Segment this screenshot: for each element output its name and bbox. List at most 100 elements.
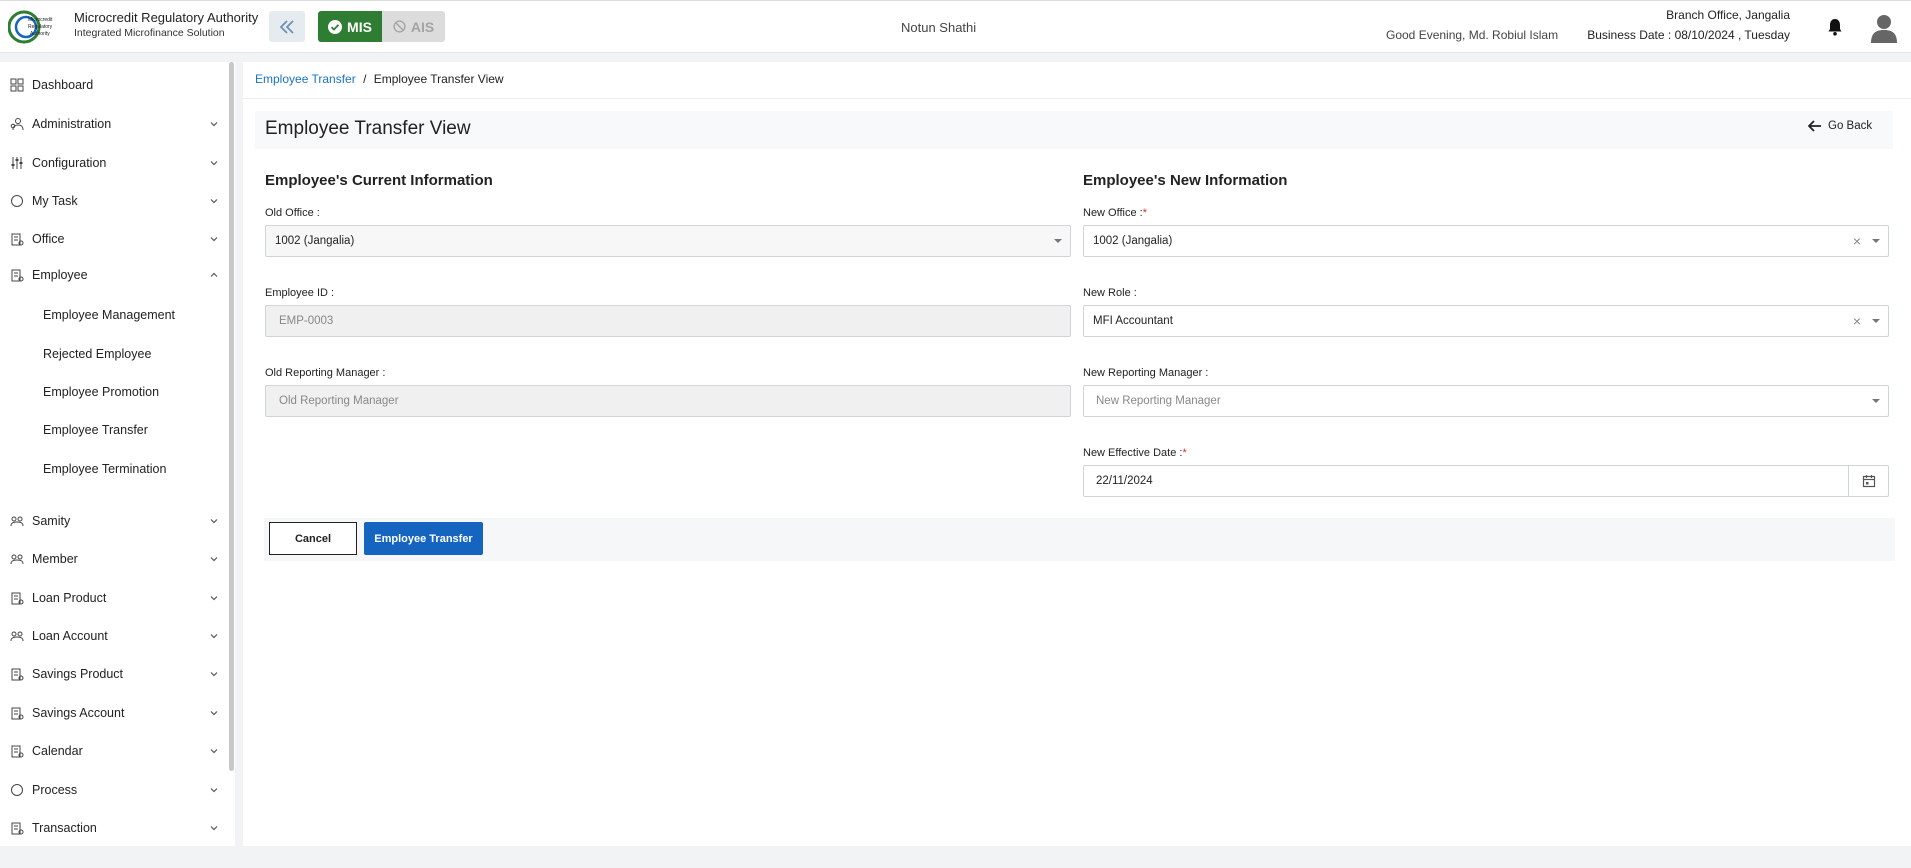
- sidebar-item-transaction[interactable]: Transaction: [0, 813, 225, 843]
- sidebar-item-label: Loan Product: [32, 591, 107, 605]
- check-circle-icon: [328, 19, 343, 34]
- effective-date-value: 22/11/2024: [1096, 475, 1153, 487]
- sidebar-subitem-employee-promotion[interactable]: Employee Promotion: [43, 385, 159, 399]
- arrow-left-icon: [1808, 120, 1821, 132]
- calendar-icon: [1862, 475, 1875, 488]
- new-role-value: MFI Accountant: [1093, 315, 1173, 327]
- notification-bell-icon[interactable]: [1827, 18, 1843, 36]
- sidebar-item-process[interactable]: Process: [0, 775, 225, 805]
- config-icon: [11, 157, 23, 169]
- member-icon: [10, 554, 24, 565]
- main-content: [243, 62, 1911, 846]
- org-subtitle: Integrated Microfinance Solution: [74, 27, 225, 39]
- sidebar-item-label: Dashboard: [32, 78, 94, 92]
- office-icon: [11, 233, 24, 246]
- chevron-down-icon: [210, 826, 218, 831]
- organization-name: Notun Shathi: [901, 20, 977, 35]
- caret-down-icon: [1872, 239, 1880, 243]
- double-chevron-left-icon: [279, 19, 294, 34]
- sidebar-item-label: Loan Account: [32, 629, 108, 643]
- chevron-up-icon: [210, 272, 218, 277]
- clear-icon[interactable]: ×: [1853, 233, 1861, 249]
- sidebar-item-loan-product[interactable]: Loan Product: [0, 583, 225, 613]
- sidebar-item-member[interactable]: Member: [0, 544, 225, 574]
- mra-logo: Microcredit Regulatory Authority: [8, 10, 53, 44]
- sidebar-item-label: Office: [32, 232, 65, 246]
- sidebar-item-configuration[interactable]: Configuration: [0, 148, 225, 178]
- calendar-picker-button[interactable]: [1848, 466, 1888, 496]
- new-office-value: 1002 (Jangalia): [1093, 235, 1173, 247]
- savings-product-icon: [11, 668, 24, 681]
- sidebar-subitem-rejected-employee[interactable]: Rejected Employee: [43, 347, 151, 361]
- employee-transfer-button[interactable]: Employee Transfer: [364, 522, 483, 555]
- new-reporting-manager-select[interactable]: New Reporting Manager: [1083, 385, 1889, 417]
- breadcrumb-link-employee-transfer[interactable]: Employee Transfer: [255, 72, 356, 86]
- sidebar-item-label: Configuration: [32, 156, 107, 170]
- sidebar-item-loan-account[interactable]: Loan Account: [0, 621, 225, 651]
- sidebar-item-label: Member: [32, 552, 78, 566]
- svg-text:Authority: Authority: [30, 31, 50, 37]
- sidebar-subitem-employee-management[interactable]: Employee Management: [43, 308, 175, 322]
- required-mark: *: [1182, 447, 1187, 459]
- chevron-down-icon: [210, 519, 218, 524]
- task-icon: [11, 195, 23, 207]
- cancel-button[interactable]: Cancel: [269, 522, 357, 555]
- ais-label: AIS: [410, 18, 435, 35]
- sidebar-item-label: Calendar: [32, 744, 83, 758]
- sidebar-item-label: My Task: [32, 194, 78, 208]
- sidebar-item-my-task[interactable]: My Task: [0, 186, 225, 216]
- action-bar: [264, 518, 1895, 561]
- employee-id-label: Employee ID :: [265, 287, 335, 299]
- old-office-value: 1002 (Jangalia): [275, 235, 355, 247]
- new-role-select[interactable]: MFI Accountant ×: [1083, 305, 1889, 337]
- new-office-select[interactable]: 1002 (Jangalia) ×: [1083, 225, 1889, 257]
- calendar-icon: [11, 745, 24, 758]
- breadcrumb-separator: /: [363, 72, 367, 86]
- chevron-down-icon: [210, 122, 218, 127]
- sidebar-item-label: Process: [32, 783, 78, 797]
- sidebar-item-label: Savings Account: [32, 706, 125, 720]
- old-office-label: Old Office :: [265, 207, 320, 219]
- sidebar-subitem-employee-termination[interactable]: Employee Termination: [43, 462, 166, 476]
- sidebar-scrollbar[interactable]: [229, 62, 234, 771]
- sidebar-item-office[interactable]: Office: [0, 224, 225, 254]
- ais-toggle-button[interactable]: AIS: [382, 11, 445, 42]
- effective-date-label: New Effective Date :*: [1083, 447, 1187, 459]
- new-role-label: New Role :: [1083, 287, 1137, 299]
- sidebar-item-savings-account[interactable]: Savings Account: [0, 698, 225, 728]
- sidebar-item-savings-product[interactable]: Savings Product: [0, 659, 225, 689]
- caret-down-icon: [1054, 239, 1062, 243]
- sidebar-subitem-employee-transfer[interactable]: Employee Transfer: [43, 423, 148, 437]
- samity-icon: [10, 516, 24, 527]
- loan-product-icon: [11, 592, 24, 605]
- chevron-down-icon: [210, 199, 218, 204]
- caret-down-icon: [1872, 319, 1880, 323]
- required-mark: *: [1142, 207, 1147, 219]
- chevron-down-icon: [210, 749, 218, 754]
- new-info-heading: Employee's New Information: [1083, 172, 1288, 189]
- sidebar-item-samity[interactable]: Samity: [0, 506, 225, 536]
- business-date: Business Date : 08/10/2024 , Tuesday: [1587, 28, 1790, 42]
- new-reporting-manager-label: New Reporting Manager :: [1083, 367, 1209, 379]
- loan-account-icon: [10, 631, 24, 642]
- sidebar-item-dashboard[interactable]: Dashboard: [0, 70, 225, 100]
- user-avatar-icon[interactable]: [1870, 13, 1898, 43]
- sidebar-item-administration[interactable]: Administration: [0, 109, 225, 139]
- sidebar-collapse-button[interactable]: [269, 11, 305, 42]
- effective-date-input[interactable]: 22/11/2024: [1083, 465, 1889, 497]
- breadcrumb-current: Employee Transfer View: [373, 72, 504, 86]
- mis-toggle-button[interactable]: MIS: [318, 11, 382, 42]
- go-back-button[interactable]: Go Back: [1808, 120, 1872, 132]
- employee-id-value: EMP-0003: [279, 315, 334, 327]
- old-reporting-manager-label: Old Reporting Manager :: [265, 367, 386, 379]
- employee-icon: [11, 269, 24, 282]
- sidebar-item-employee[interactable]: Employee: [0, 260, 225, 290]
- old-office-select[interactable]: 1002 (Jangalia): [265, 225, 1071, 257]
- clear-icon[interactable]: ×: [1853, 313, 1861, 329]
- sidebar-item-calendar[interactable]: Calendar: [0, 736, 225, 766]
- current-info-heading: Employee's Current Information: [265, 172, 493, 189]
- svg-text:Regulatory: Regulatory: [28, 24, 53, 30]
- chevron-down-icon: [210, 237, 218, 242]
- org-title: Microcredit Regulatory Authority: [74, 10, 259, 25]
- branch-office: Branch Office, Jangalia: [1666, 8, 1790, 22]
